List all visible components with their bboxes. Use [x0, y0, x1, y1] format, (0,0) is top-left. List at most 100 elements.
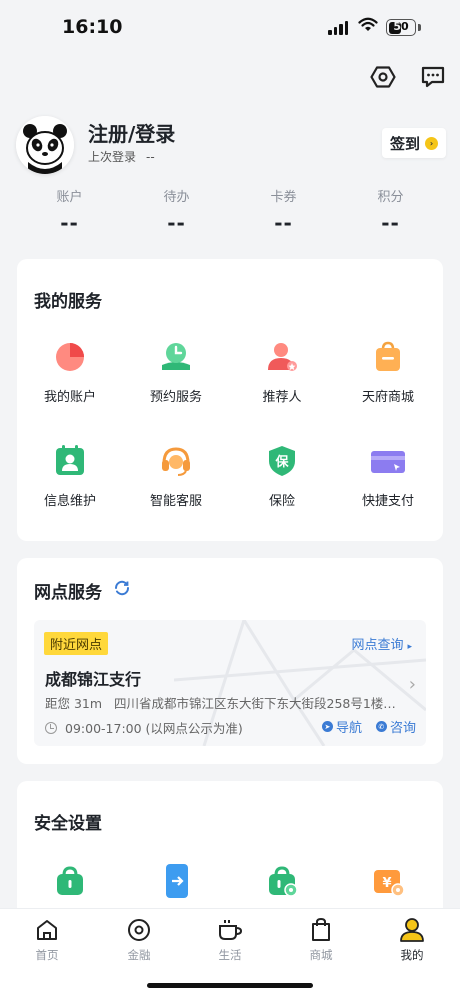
- wifi-icon: [358, 17, 378, 31]
- signin-label: 签到: [389, 134, 420, 153]
- last-login-label: 上次登录: [88, 150, 137, 164]
- lock-settings-icon: [262, 861, 302, 901]
- battery-level: 50: [393, 20, 409, 33]
- tab-finance[interactable]: 金融: [93, 917, 185, 963]
- tab-mine[interactable]: 我的: [366, 917, 458, 963]
- phone-icon: ✆: [375, 721, 387, 732]
- svg-text:¥: ¥: [382, 876, 391, 891]
- finance-circle-icon: [126, 917, 152, 943]
- section-title: 我的服务: [34, 292, 102, 312]
- chevron-right-icon: ›: [408, 674, 416, 695]
- login-register-link[interactable]: 注册/登录: [88, 118, 175, 147]
- svg-text:保: 保: [274, 454, 289, 470]
- service-label: 预约服务: [149, 390, 202, 405]
- headset-icon: [156, 441, 196, 481]
- tab-shop[interactable]: 商城: [275, 917, 367, 963]
- id-card-icon: [50, 441, 90, 481]
- referrer-person-icon: [262, 337, 302, 377]
- tab-label: 我的: [400, 948, 424, 962]
- nearby-tag: 附近网点: [44, 632, 109, 655]
- profile-person-icon: [399, 917, 425, 943]
- stat-points[interactable]: 积分 --: [337, 186, 444, 235]
- service-smart-support[interactable]: 智能客服: [123, 441, 229, 509]
- branch-address-text: 四川省成都市锦江区东大街下东大街段258号1楼、…: [113, 696, 405, 711]
- stat-label: 卡券: [270, 190, 297, 205]
- settings-hexagon-icon[interactable]: [368, 62, 398, 92]
- service-mall[interactable]: 天府商城: [335, 337, 441, 405]
- branch-hours-text: 09:00-17:00 (以网点公示为准): [65, 721, 243, 736]
- yuan-wallet-icon: ¥: [368, 861, 408, 901]
- navigate-label: 导航: [335, 721, 362, 736]
- service-label: 智能客服: [149, 494, 202, 509]
- service-label: 天府商城: [361, 390, 414, 405]
- coffee-cup-icon: [217, 917, 243, 943]
- branch-services-card: 网点服务 附近网点 网点查询 ▸ 成都锦江支行 距您 31m 四川省成都市锦江区东…: [17, 558, 443, 764]
- stat-label: 积分: [377, 190, 404, 205]
- tab-life[interactable]: 生活: [184, 917, 276, 963]
- avatar[interactable]: [16, 116, 74, 174]
- service-my-account[interactable]: 我的账户: [17, 337, 123, 405]
- branch-query-label: 网点查询: [351, 638, 404, 653]
- service-referrer[interactable]: 推荐人: [229, 337, 335, 405]
- signal-icon: [328, 21, 348, 35]
- stat-label: 账户: [56, 190, 83, 205]
- stat-account[interactable]: 账户 --: [16, 186, 123, 235]
- bottom-tab-bar: 首页 金融 生活 商城 我的: [0, 908, 460, 995]
- branch-distance: 距您 31m: [45, 696, 103, 711]
- stat-todo[interactable]: 待办 --: [123, 186, 230, 235]
- navigation-icon: ➤: [321, 721, 333, 732]
- branch-query-link[interactable]: 网点查询 ▸: [351, 634, 412, 653]
- tab-home[interactable]: 首页: [1, 917, 93, 963]
- stat-coupons[interactable]: 卡券 --: [230, 186, 337, 235]
- status-bar: 16:10 50: [0, 0, 460, 56]
- service-label: 保险: [268, 494, 295, 509]
- battery-icon: 50: [386, 19, 416, 36]
- nearby-branch[interactable]: 附近网点 网点查询 ▸ 成都锦江支行 距您 31m 四川省成都市锦江区东大街下东大…: [34, 620, 426, 746]
- service-label: 快捷支付: [361, 494, 414, 509]
- security-item-device[interactable]: [123, 861, 229, 901]
- stat-value: --: [60, 211, 79, 235]
- insurance-shield-icon: 保: [262, 441, 302, 481]
- stat-value: --: [381, 211, 400, 235]
- phone-transfer-icon: [156, 861, 196, 901]
- navigate-button[interactable]: ➤ 导航: [321, 717, 362, 736]
- tab-label: 首页: [35, 948, 59, 962]
- tab-label: 金融: [127, 948, 151, 962]
- service-insurance[interactable]: 保 保险: [229, 441, 335, 509]
- lock-bag-icon: [50, 861, 90, 901]
- service-label: 我的账户: [43, 390, 96, 405]
- consult-label: 咨询: [389, 721, 416, 736]
- home-indicator: [147, 983, 313, 988]
- security-item-lock-settings[interactable]: [229, 861, 335, 901]
- service-label: 推荐人: [262, 390, 302, 405]
- profile-header: 注册/登录 上次登录 -- 签到 ›: [16, 114, 446, 178]
- tab-label: 生活: [218, 948, 242, 962]
- stat-value: --: [167, 211, 186, 235]
- account-stats: 账户 -- 待办 -- 卡券 -- 积分 --: [16, 186, 444, 235]
- branch-hours: 09:00-17:00 (以网点公示为准): [45, 718, 243, 737]
- branch-address: 距您 31m 四川省成都市锦江区东大街下东大街段258号1楼、…: [45, 693, 405, 712]
- message-icon[interactable]: [418, 62, 448, 92]
- refresh-icon[interactable]: [113, 579, 131, 597]
- shop-bag-icon: [308, 917, 334, 943]
- stat-label: 待办: [163, 190, 190, 205]
- my-services-card: 我的服务 我的账户 预约服务 推荐人 天府商城 信息维护 智能客服 保 保险 快…: [17, 259, 443, 541]
- section-title: 网点服务: [34, 583, 102, 603]
- service-quick-pay[interactable]: 快捷支付: [335, 441, 441, 509]
- arrow-right-icon: ›: [425, 136, 438, 150]
- service-appointment[interactable]: 预约服务: [123, 337, 229, 405]
- security-item-lock[interactable]: [17, 861, 123, 901]
- security-item-payment[interactable]: ¥: [335, 861, 441, 901]
- signin-button[interactable]: 签到 ›: [382, 128, 446, 158]
- caret-right-icon: ▸: [407, 642, 412, 652]
- clock-icon: [45, 721, 57, 734]
- service-info-maintenance[interactable]: 信息维护: [17, 441, 123, 509]
- home-icon: [34, 917, 60, 943]
- section-title: 安全设置: [34, 814, 102, 834]
- last-login: 上次登录 --: [88, 148, 155, 165]
- branch-name: 成都锦江支行: [45, 670, 142, 689]
- shopping-bag-icon: [368, 337, 408, 377]
- stat-value: --: [274, 211, 293, 235]
- consult-button[interactable]: ✆ 咨询: [375, 717, 416, 736]
- status-time: 16:10: [62, 16, 123, 38]
